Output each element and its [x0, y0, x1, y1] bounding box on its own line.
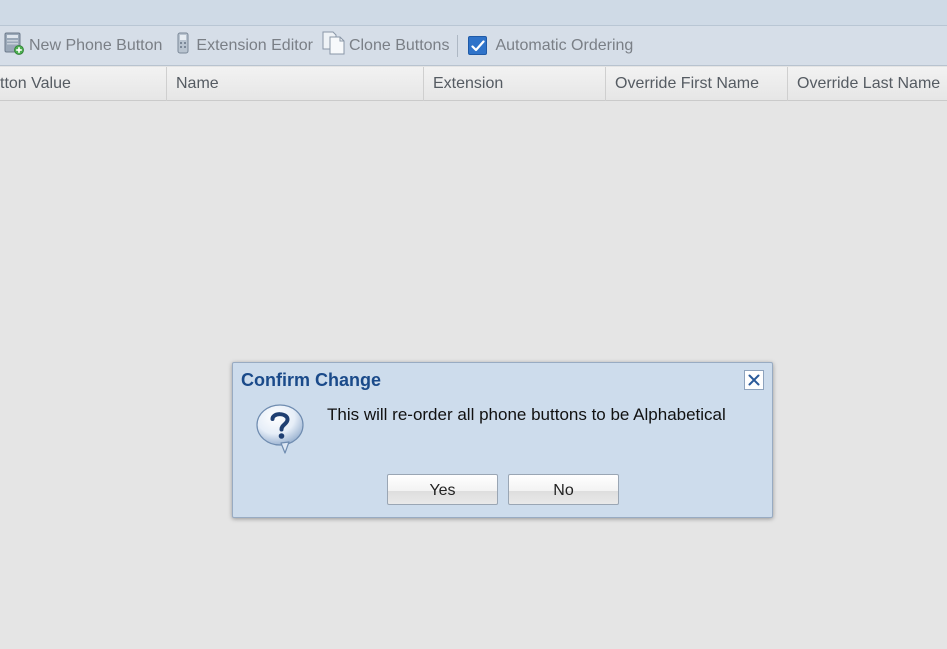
- column-header-override-last-name[interactable]: Override Last Name: [788, 67, 947, 101]
- handset-icon: [174, 31, 192, 60]
- automatic-ordering-toggle[interactable]: Automatic Ordering: [468, 31, 633, 61]
- close-icon: [748, 374, 760, 386]
- clone-icon: [321, 30, 347, 61]
- toolbar-separator: [457, 34, 459, 57]
- dialog-close-button[interactable]: [744, 370, 764, 390]
- no-button[interactable]: No: [508, 474, 619, 505]
- clone-buttons-label: Clone Buttons: [348, 36, 450, 54]
- extension-editor-label: Extension Editor: [196, 36, 313, 54]
- column-header-override-first-name[interactable]: Override First Name: [606, 67, 788, 101]
- column-header-name[interactable]: Name: [167, 67, 424, 101]
- grid-header: tton Value Name Extension Override First…: [0, 67, 947, 101]
- automatic-ordering-label: Automatic Ordering: [495, 36, 634, 54]
- app-window: New Phone Button Extension Editor Clone …: [0, 0, 947, 649]
- dialog-message: This will re-order all phone buttons to …: [327, 405, 726, 424]
- extension-editor-button[interactable]: Extension Editor: [174, 31, 313, 61]
- confirm-change-dialog: Confirm Change This will re-order all ph…: [232, 362, 773, 518]
- toolbar: New Phone Button Extension Editor Clone …: [0, 26, 947, 66]
- new-phone-button[interactable]: New Phone Button: [3, 31, 162, 61]
- dialog-title: Confirm Change: [241, 370, 382, 390]
- phone-add-icon: [3, 31, 25, 60]
- column-header-extension[interactable]: Extension: [424, 67, 606, 101]
- top-strip: [0, 0, 947, 26]
- new-phone-button-label: New Phone Button: [29, 36, 163, 54]
- automatic-ordering-checkbox[interactable]: [468, 36, 488, 55]
- question-icon: [255, 403, 305, 455]
- yes-button[interactable]: Yes: [387, 474, 498, 505]
- column-header-button-value[interactable]: tton Value: [0, 67, 167, 101]
- checkmark-icon: [471, 39, 485, 51]
- clone-buttons-button[interactable]: Clone Buttons: [321, 30, 450, 61]
